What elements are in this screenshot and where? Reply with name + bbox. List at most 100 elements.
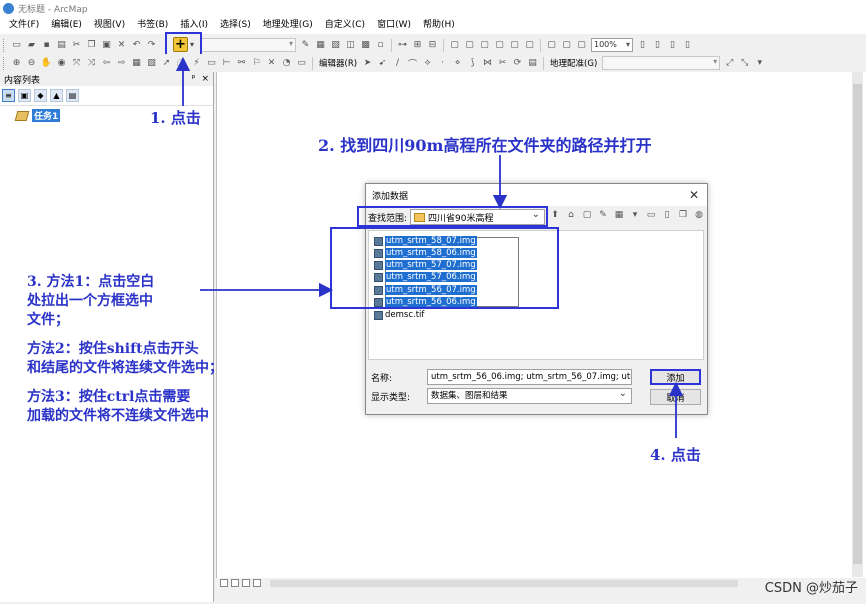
rotate-icon[interactable]: ⟳: [511, 57, 524, 70]
georef-a-icon[interactable]: ⤢: [723, 57, 736, 70]
new-document-icon[interactable]: ▭: [10, 39, 23, 52]
goto-xy-icon[interactable]: ✕: [265, 57, 278, 70]
delete-icon[interactable]: ✕: [115, 39, 128, 52]
toolbox-icon[interactable]: ◍: [693, 209, 705, 221]
vertical-scrollbar[interactable]: [852, 72, 863, 577]
endpoint-arc-icon[interactable]: ⌒: [406, 57, 419, 70]
clear-selection-icon[interactable]: ▧: [145, 57, 158, 70]
arctoolbox-icon[interactable]: ▩: [359, 39, 372, 52]
reshape-icon[interactable]: ⟆: [466, 57, 479, 70]
list-by-selection-icon[interactable]: ▲: [50, 89, 63, 102]
layout-g-icon[interactable]: ▢: [545, 39, 558, 52]
cancel-button[interactable]: 取消: [650, 389, 701, 405]
time-slider-icon[interactable]: ◔: [280, 57, 293, 70]
find-icon[interactable]: ⚯: [235, 57, 248, 70]
forward-icon[interactable]: ⇨: [115, 57, 128, 70]
search-window-icon[interactable]: ◫: [344, 39, 357, 52]
add-data-button[interactable]: + ▾: [165, 32, 202, 56]
list-by-drawing-order-icon[interactable]: ≡: [2, 89, 15, 102]
connect-folder-icon[interactable]: ▢: [581, 209, 593, 221]
paste-icon[interactable]: ▣: [100, 39, 113, 52]
toggle-contents-icon[interactable]: ✎: [597, 209, 609, 221]
home-icon[interactable]: ⌂: [565, 209, 577, 221]
zoom-in-icon[interactable]: ⊕: [10, 57, 23, 70]
georef-b-icon[interactable]: ⤡: [738, 57, 751, 70]
pin-icon[interactable]: ᵖ: [192, 74, 196, 84]
view-dropdown-icon[interactable]: ▾: [629, 209, 641, 221]
page-c-icon[interactable]: ▯: [666, 39, 679, 52]
editor-toolbar-icon[interactable]: ✎: [299, 39, 312, 52]
back-icon[interactable]: ⇦: [100, 57, 113, 70]
layout-h-icon[interactable]: ▢: [560, 39, 573, 52]
straight-segment-icon[interactable]: ∕: [391, 57, 404, 70]
save-icon[interactable]: ▪: [40, 39, 53, 52]
layout-d-icon[interactable]: ▢: [493, 39, 506, 52]
html-popup-icon[interactable]: ▭: [205, 57, 218, 70]
toolbar-grip[interactable]: [3, 38, 6, 52]
edit-tool-icon[interactable]: ➤: [361, 57, 374, 70]
measure-icon[interactable]: ⊢: [220, 57, 233, 70]
georef-c-icon[interactable]: ▾: [753, 57, 766, 70]
data-view-button[interactable]: [220, 579, 228, 587]
list-by-source-icon[interactable]: ▣: [18, 89, 31, 102]
pan-icon[interactable]: ✋: [40, 57, 53, 70]
show-type-select[interactable]: 数据集、图层和结果: [427, 387, 632, 404]
page-a-icon[interactable]: ▯: [636, 39, 649, 52]
find-route-icon[interactable]: ⚐: [250, 57, 263, 70]
menu-file[interactable]: 文件(F): [3, 17, 45, 34]
menu-customize[interactable]: 自定义(C): [319, 17, 371, 34]
print-icon[interactable]: ▤: [55, 39, 68, 52]
layout-view-button[interactable]: [231, 579, 239, 587]
select-elements-icon[interactable]: ➚: [160, 57, 173, 70]
layout-i-icon[interactable]: ▢: [575, 39, 588, 52]
view-icon[interactable]: ▦: [613, 209, 625, 221]
tool-a-icon[interactable]: ⊞: [411, 39, 424, 52]
up-level-icon[interactable]: ⬆: [549, 209, 561, 221]
editor-menu[interactable]: 编辑器(R): [316, 57, 360, 69]
dialog-close-icon[interactable]: ✕: [689, 188, 699, 202]
page-b-icon[interactable]: ▯: [651, 39, 664, 52]
open-icon[interactable]: ▰: [25, 39, 38, 52]
data-frame-label[interactable]: 任务1: [32, 109, 61, 122]
file-item[interactable]: demsc.tif: [374, 309, 424, 321]
menu-edit[interactable]: 编辑(E): [45, 17, 88, 34]
layout-f-icon[interactable]: ▢: [523, 39, 536, 52]
toolbar-grip-2[interactable]: [3, 56, 6, 70]
georef-layer-combo[interactable]: [602, 56, 721, 70]
edit-annotation-icon[interactable]: ➹: [376, 57, 389, 70]
new-database-icon[interactable]: ▯: [661, 209, 673, 221]
georeferencing-menu[interactable]: 地理配准(G): [547, 57, 600, 69]
hyperlink-icon[interactable]: ⚡: [190, 57, 203, 70]
python-window-icon[interactable]: ▫: [374, 39, 387, 52]
zoom-out-icon[interactable]: ⊖: [25, 57, 38, 70]
copy-item-icon[interactable]: ❐: [677, 209, 689, 221]
scale-combo[interactable]: [201, 38, 296, 52]
fixed-zoom-out-icon[interactable]: ⤨: [85, 57, 98, 70]
layout-b-icon[interactable]: ▢: [463, 39, 476, 52]
split-icon[interactable]: ✂: [496, 57, 509, 70]
point-icon[interactable]: ·: [436, 57, 449, 70]
edit-vertices-icon[interactable]: ⋄: [451, 57, 464, 70]
cut-polygons-icon[interactable]: ⋈: [481, 57, 494, 70]
name-input[interactable]: utm_srtm_56_06.img; utm_srtm_56_07.img; …: [427, 369, 632, 385]
full-extent-icon[interactable]: ◉: [55, 57, 68, 70]
add-data-dropdown-icon[interactable]: ▾: [190, 40, 194, 49]
refresh-button[interactable]: [242, 579, 250, 587]
fixed-zoom-in-icon[interactable]: ⤧: [70, 57, 83, 70]
toc-window-icon[interactable]: ▦: [314, 39, 327, 52]
catalog-window-icon[interactable]: ▧: [329, 39, 342, 52]
options-icon[interactable]: ▤: [66, 89, 79, 102]
redo-icon[interactable]: ↷: [145, 39, 158, 52]
layout-c-icon[interactable]: ▢: [478, 39, 491, 52]
zoom-percent-combo[interactable]: 100%: [591, 38, 633, 52]
model-builder-icon[interactable]: ⊶: [396, 39, 409, 52]
layout-a-icon[interactable]: ▢: [448, 39, 461, 52]
cut-icon[interactable]: ✂: [70, 39, 83, 52]
undo-icon[interactable]: ↶: [130, 39, 143, 52]
menu-windows[interactable]: 窗口(W): [371, 17, 417, 34]
close-icon[interactable]: ×: [201, 74, 209, 84]
scroll-thumb[interactable]: [853, 84, 862, 564]
horizontal-scrollbar[interactable]: [270, 579, 738, 587]
new-folder-icon[interactable]: ▭: [645, 209, 657, 221]
viewer-icon[interactable]: ▭: [295, 57, 308, 70]
